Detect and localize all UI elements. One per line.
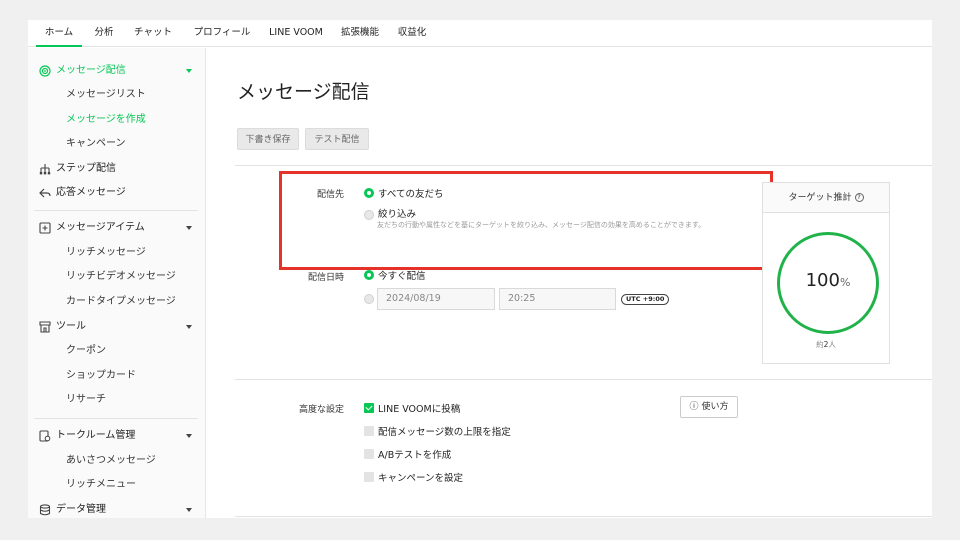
option-send-now-label[interactable]: 今すぐ配信 <box>378 268 426 282</box>
chevron-down-icon <box>186 508 192 512</box>
sidebar-divider <box>34 210 198 211</box>
message-limit-option-label[interactable]: 配信メッセージ数の上限を指定 <box>378 424 511 438</box>
sidebar-group-tools[interactable]: ツール <box>28 315 206 339</box>
sidebar-group-broadcast[interactable]: メッセージ配信 <box>28 59 206 83</box>
sidebar-group-label: データ管理 <box>56 504 106 515</box>
target-estimate-title: ターゲット推計 <box>788 193 852 203</box>
chevron-down-icon <box>186 69 192 73</box>
page-title: メッセージ配信 <box>237 81 370 103</box>
usage-guide-label: 使い方 <box>701 402 729 412</box>
sidebar-group-talkroom[interactable]: トークルーム管理 <box>28 424 206 448</box>
target-estimate-header: ターゲット推計? <box>763 183 889 213</box>
chevron-down-icon <box>186 325 192 329</box>
sidebar-item-card-message[interactable]: カードタイプメッセージ <box>28 290 206 314</box>
section-divider <box>235 516 932 517</box>
section-divider <box>235 379 932 380</box>
highlight-box <box>279 171 773 270</box>
line-voom-option-label[interactable]: LINE VOOMに投稿 <box>378 401 460 415</box>
sidebar-item-rich-message[interactable]: リッチメッセージ <box>28 241 206 265</box>
target-percent-unit: % <box>839 276 851 289</box>
sidebar-group-label: ツール <box>56 321 86 332</box>
target-percent: 100% <box>780 270 876 291</box>
help-icon[interactable]: ? <box>854 193 864 202</box>
schedule-label: 配信日時 <box>307 273 344 283</box>
section-divider <box>235 165 932 166</box>
tab-profile[interactable]: プロフィール <box>188 20 256 47</box>
sidebar-group-message-items[interactable]: メッセージアイテム <box>28 216 206 240</box>
checkbox-message-limit[interactable] <box>364 426 374 436</box>
target-reach: 約2人 <box>763 339 889 350</box>
reach-suffix: 人 <box>828 340 836 349</box>
sidebar-item-coupon[interactable]: クーポン <box>28 339 206 363</box>
sidebar-item-message-list[interactable]: メッセージリスト <box>28 83 206 107</box>
checkbox-ab-test[interactable] <box>364 449 374 459</box>
time-input[interactable]: 20:25 <box>499 288 616 310</box>
sidebar-group-label: メッセージ配信 <box>56 65 126 76</box>
sidebar-group-label: トークルーム管理 <box>56 430 136 441</box>
tab-chat[interactable]: チャット <box>128 20 178 47</box>
sidebar-item-auto-reply[interactable]: 応答メッセージ <box>28 181 206 205</box>
sidebar-group-data[interactable]: データ管理 <box>28 498 206 518</box>
sidebar-item-rich-menu[interactable]: リッチメニュー <box>28 473 206 497</box>
tab-home[interactable]: ホーム <box>36 20 82 47</box>
sidebar-item-shop-card[interactable]: ショップカード <box>28 364 206 388</box>
target-estimate-panel: ターゲット推計? 100% 約2人 <box>762 182 890 364</box>
broadcast-icon <box>39 65 51 77</box>
sidebar-item-campaign[interactable]: キャンペーン <box>28 132 206 156</box>
top-nav: ホーム 分析 チャット プロフィール LINE VOOM 拡張機能 収益化 <box>28 20 932 47</box>
sidebar: メッセージ配信 メッセージリスト メッセージを作成 キャンペーン ステップ配信 … <box>28 48 206 518</box>
chevron-down-icon <box>186 226 192 230</box>
tab-analytics[interactable]: 分析 <box>88 20 120 47</box>
target-percent-value: 100 <box>805 270 840 291</box>
tab-line-voom[interactable]: LINE VOOM <box>264 20 328 47</box>
test-send-button[interactable]: テスト配信 <box>305 128 369 150</box>
save-draft-button[interactable]: 下書き保存 <box>237 128 299 150</box>
sidebar-group-label: メッセージアイテム <box>56 222 145 233</box>
sidebar-item-label: ステップ配信 <box>56 163 116 174</box>
campaign-option-label[interactable]: キャンペーンを設定 <box>378 470 463 484</box>
sidebar-item-step-delivery[interactable]: ステップ配信 <box>28 157 206 181</box>
timezone-badge: UTC +9:00 <box>621 294 670 305</box>
sidebar-item-label: 応答メッセージ <box>56 187 126 198</box>
sidebar-divider <box>34 418 198 419</box>
sidebar-item-research[interactable]: リサーチ <box>28 388 206 412</box>
advanced-settings-label: 高度な設定 <box>298 405 344 415</box>
step-icon <box>39 164 51 175</box>
usage-guide-button[interactable]: ⓘ 使い方 <box>680 396 738 418</box>
database-icon <box>39 504 51 516</box>
app-window: ホーム 分析 チャット プロフィール LINE VOOM 拡張機能 収益化 メッ… <box>28 20 932 518</box>
chevron-down-icon <box>186 434 192 438</box>
tab-extensions[interactable]: 拡張機能 <box>336 20 384 47</box>
store-icon <box>39 321 51 333</box>
reply-icon <box>39 188 51 198</box>
talkroom-icon <box>39 430 51 442</box>
checkbox-campaign[interactable] <box>364 472 374 482</box>
sidebar-item-create-message[interactable]: メッセージを作成 <box>28 108 206 132</box>
radio-send-now[interactable] <box>364 270 374 280</box>
radio-scheduled[interactable] <box>364 294 374 304</box>
sidebar-item-greeting-message[interactable]: あいさつメッセージ <box>28 449 206 473</box>
ab-test-option-label[interactable]: A/Bテストを作成 <box>378 447 451 461</box>
tab-monetization[interactable]: 収益化 <box>392 20 432 47</box>
sidebar-item-rich-video-message[interactable]: リッチビデオメッセージ <box>28 265 206 289</box>
date-input[interactable]: 2024/08/19 <box>377 288 495 310</box>
message-item-icon <box>39 222 51 234</box>
reach-prefix: 約 <box>816 340 824 349</box>
target-gauge: 100% <box>777 232 879 334</box>
info-icon: ⓘ <box>689 402 699 412</box>
checkbox-line-voom[interactable] <box>364 403 374 413</box>
